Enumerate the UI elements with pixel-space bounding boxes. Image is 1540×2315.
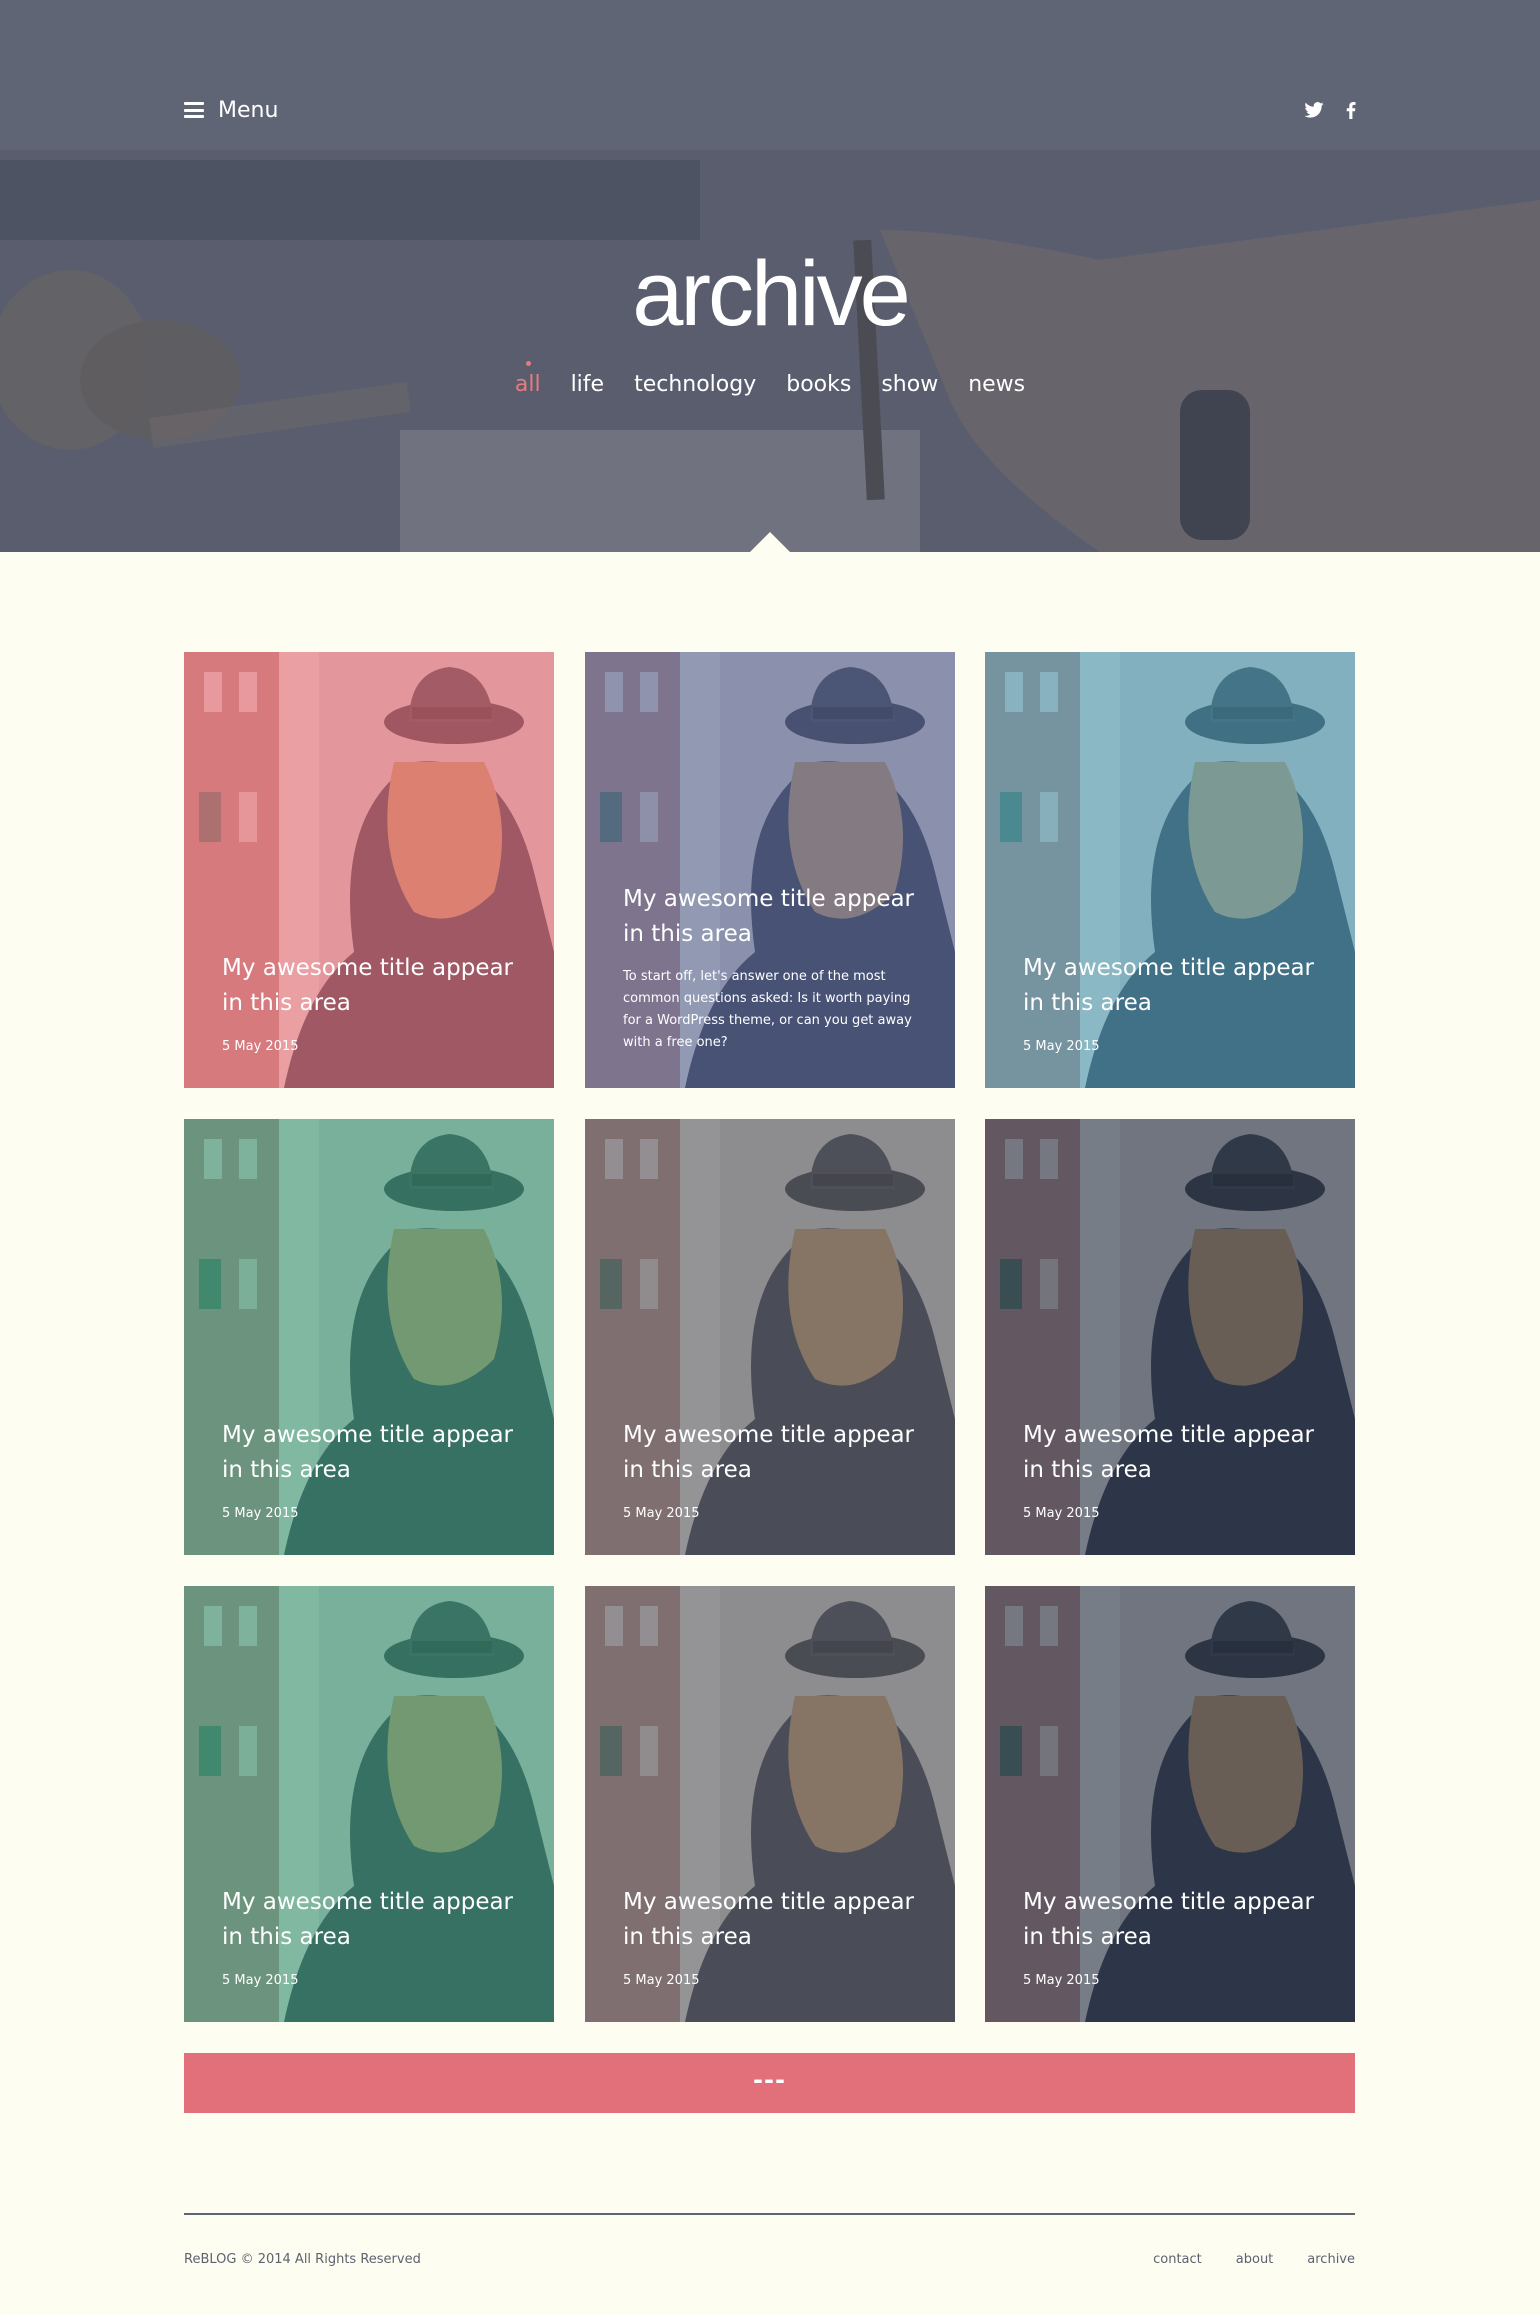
footer: ReBLOG © 2014 All Rights Reserved contac… [184, 2252, 1355, 2267]
footer-divider [184, 2213, 1355, 2215]
hero-banner: Menu archive all life technology books s… [0, 0, 1540, 552]
post-title[interactable]: My awesome title appear in this area [623, 1885, 925, 1955]
post-date: 5 May 2015 [1023, 1039, 1100, 1054]
post-content: My awesome title appear in this area To s… [623, 882, 925, 1054]
category-technology[interactable]: technology [634, 372, 756, 397]
category-life[interactable]: life [571, 372, 605, 397]
menu-button[interactable]: Menu [184, 98, 278, 123]
post-title[interactable]: My awesome title appear in this area [222, 1885, 524, 1955]
post-card[interactable]: My awesome title appear in this area 5 Ma… [985, 1586, 1355, 2022]
category-nav: all life technology books show news [0, 361, 1540, 397]
post-content: My awesome title appear in this area 5 Ma… [1023, 951, 1325, 1054]
post-card[interactable]: My awesome title appear in this area To s… [585, 652, 955, 1088]
category-news[interactable]: news [968, 372, 1025, 397]
post-date: 5 May 2015 [222, 1039, 299, 1054]
post-content: My awesome title appear in this area 5 Ma… [1023, 1418, 1325, 1521]
post-card[interactable]: My awesome title appear in this area 5 Ma… [184, 1586, 554, 2022]
post-date: 5 May 2015 [222, 1973, 299, 1988]
footer-link-contact[interactable]: contact [1153, 2252, 1202, 2267]
menu-label: Menu [218, 97, 279, 123]
post-title[interactable]: My awesome title appear in this area [1023, 1418, 1325, 1488]
post-content: My awesome title appear in this area 5 Ma… [222, 1885, 524, 1988]
post-content: My awesome title appear in this area 5 Ma… [623, 1418, 925, 1521]
category-show[interactable]: show [881, 372, 938, 397]
category-books[interactable]: books [786, 372, 851, 397]
post-title[interactable]: My awesome title appear in this area [1023, 1885, 1325, 1955]
page-title: archive [632, 243, 911, 345]
post-card[interactable]: My awesome title appear in this area 5 Ma… [985, 652, 1355, 1088]
post-date: 5 May 2015 [623, 1506, 700, 1521]
post-date: 5 May 2015 [1023, 1506, 1100, 1521]
post-content: My awesome title appear in this area 5 Ma… [222, 951, 524, 1054]
hamburger-icon [184, 102, 204, 118]
post-content: My awesome title appear in this area 5 Ma… [623, 1885, 925, 1988]
post-card[interactable]: My awesome title appear in this area 5 Ma… [585, 1586, 955, 2022]
load-more-button[interactable]: --- [184, 2053, 1355, 2113]
post-content: My awesome title appear in this area 5 Ma… [1023, 1885, 1325, 1988]
copyright-text: ReBLOG © 2014 All Rights Reserved [184, 2252, 421, 2267]
post-title[interactable]: My awesome title appear in this area [623, 882, 925, 952]
load-more-label: --- [753, 2066, 786, 2094]
post-card[interactable]: My awesome title appear in this area 5 Ma… [585, 1119, 955, 1555]
post-title[interactable]: My awesome title appear in this area [222, 1418, 524, 1488]
post-date: 5 May 2015 [623, 1973, 700, 1988]
post-content: My awesome title appear in this area 5 Ma… [222, 1418, 524, 1521]
post-date: 5 May 2015 [1023, 1973, 1100, 1988]
post-title[interactable]: My awesome title appear in this area [222, 951, 524, 1021]
section-pointer [749, 532, 791, 552]
post-card[interactable]: My awesome title appear in this area 5 Ma… [184, 652, 554, 1088]
category-all[interactable]: all [515, 361, 541, 397]
post-card[interactable]: My awesome title appear in this area 5 Ma… [184, 1119, 554, 1555]
post-card[interactable]: My awesome title appear in this area 5 Ma… [985, 1119, 1355, 1555]
footer-link-archive[interactable]: archive [1307, 2252, 1355, 2267]
post-title[interactable]: My awesome title appear in this area [1023, 951, 1325, 1021]
post-excerpt: To start off, let's answer one of the mo… [623, 969, 912, 1050]
twitter-icon[interactable] [1304, 102, 1324, 118]
post-title[interactable]: My awesome title appear in this area [623, 1418, 925, 1488]
social-links [1304, 101, 1356, 119]
footer-links: contact about archive [1153, 2252, 1355, 2267]
top-bar: Menu [184, 92, 1356, 128]
footer-link-about[interactable]: about [1236, 2252, 1274, 2267]
facebook-icon[interactable] [1346, 101, 1356, 119]
post-date: 5 May 2015 [222, 1506, 299, 1521]
